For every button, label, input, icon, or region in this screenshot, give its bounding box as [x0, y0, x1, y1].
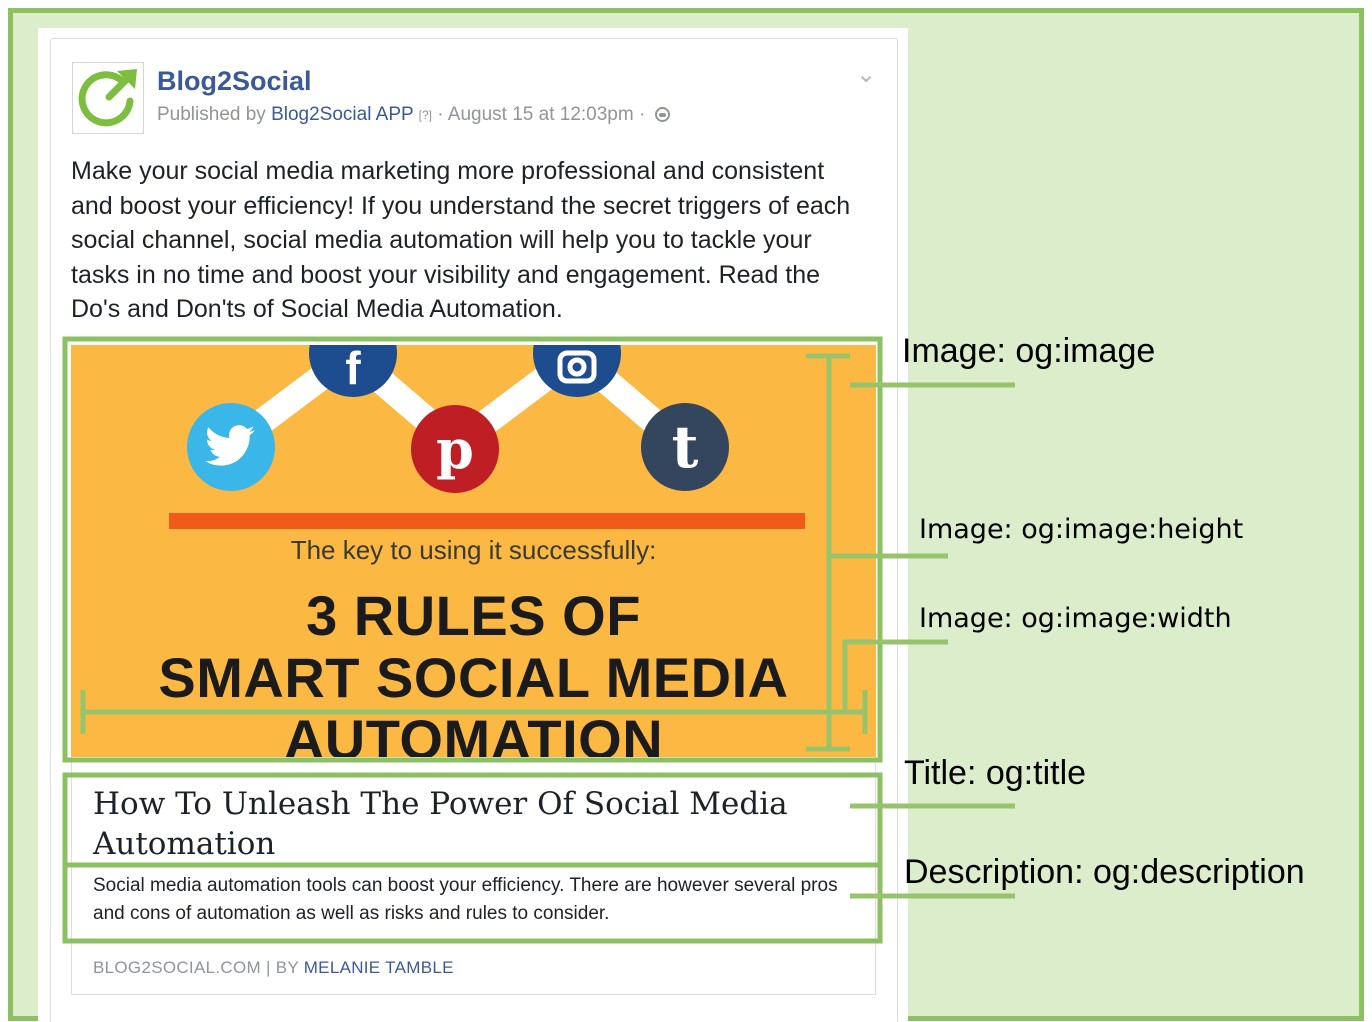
- post-meta: Published by Blog2Social APP [?] · Augus…: [157, 104, 670, 126]
- link-preview-image[interactable]: f p t The key to using it successfully: …: [71, 345, 876, 757]
- blog2social-logo-icon[interactable]: [72, 62, 144, 134]
- image-heading-line-2: SMART SOCIAL MEDIA: [158, 646, 789, 709]
- divider-bar: [169, 513, 805, 529]
- og-image-width-label: Image: og:image:width: [919, 603, 1232, 634]
- og-description-label: Description: og:description: [904, 853, 1305, 891]
- author-name[interactable]: MELANIE TAMBLE: [304, 958, 454, 977]
- link-title[interactable]: How To Unleash The Power Of Social Media…: [93, 784, 793, 864]
- post-timestamp[interactable]: · August 15 at 12:03pm ·: [437, 104, 645, 125]
- chevron-down-icon[interactable]: ⌄: [856, 60, 876, 89]
- og-image-height-label: Image: og:image:height: [919, 514, 1244, 545]
- image-tagline: The key to using it successfully:: [290, 535, 657, 565]
- domain-text: BLOG2SOCIAL.COM: [93, 958, 261, 977]
- link-description: Social media automation tools can boost …: [93, 875, 838, 924]
- image-heading-line-3: AUTOMATION: [283, 708, 664, 758]
- author-separator: | BY: [265, 958, 299, 977]
- pinterest-icon: p: [411, 405, 499, 493]
- app-name-link[interactable]: Blog2Social APP: [271, 104, 413, 125]
- globe-icon: [654, 107, 670, 123]
- og-image-label: Image: og:image: [902, 332, 1156, 370]
- post-text: Make your social media marketing more pr…: [71, 157, 851, 323]
- twitter-icon: [187, 403, 275, 491]
- link-domain: BLOG2SOCIAL.COM | BY MELANIE TAMBLE: [93, 958, 454, 978]
- og-title-label: Title: og:title: [904, 754, 1087, 792]
- image-heading: 3 RULES OF SMART SOCIAL MEDIA AUTOMATION: [71, 584, 876, 758]
- published-by-label: Published by: [157, 104, 266, 125]
- image-heading-line-1: 3 RULES OF: [306, 584, 641, 647]
- page-name[interactable]: Blog2Social: [157, 66, 312, 97]
- tumblr-icon: t: [641, 403, 729, 491]
- help-link[interactable]: [?]: [419, 108, 432, 122]
